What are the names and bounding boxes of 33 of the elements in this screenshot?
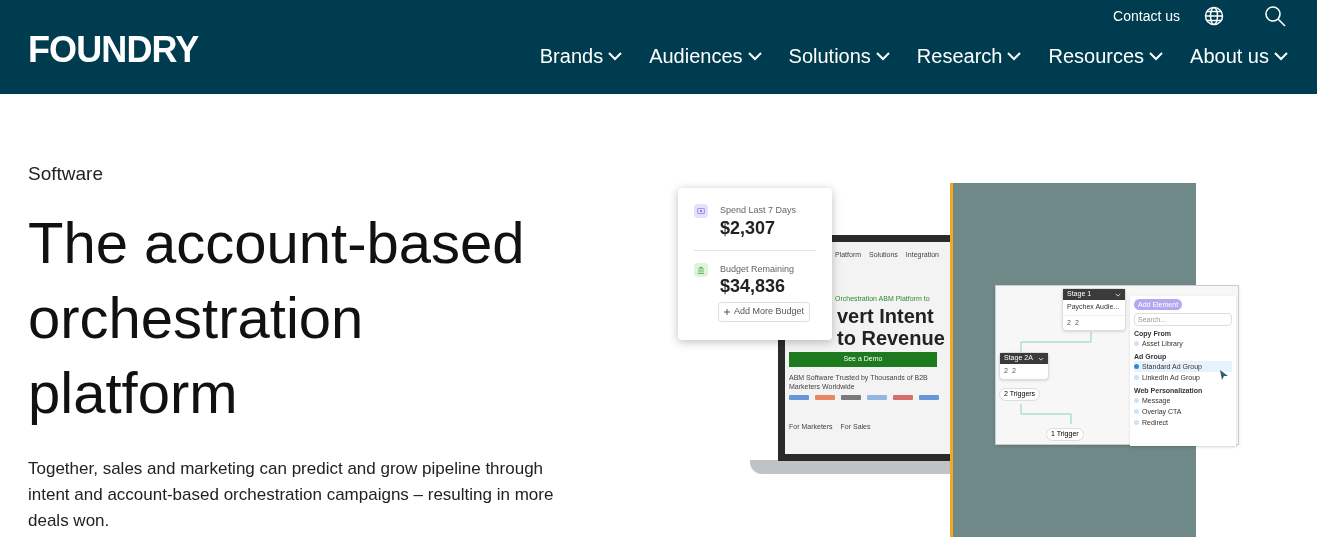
brand-logo-icon xyxy=(867,395,887,400)
add-budget-button[interactable]: Add More Budget xyxy=(718,302,811,322)
stat-label: Budget Remaining xyxy=(720,262,795,276)
nav-menu[interactable]: Brands xyxy=(539,41,624,71)
nav-menu[interactable]: Resources xyxy=(1048,41,1165,71)
cursor-icon xyxy=(1220,370,1228,380)
nav-menu[interactable]: Solutions xyxy=(788,41,891,71)
brand-logo-icon xyxy=(893,395,913,400)
stat-value: $2,307 xyxy=(720,217,777,238)
stat-label: Spend Last 7 Days xyxy=(720,204,797,217)
brand-logo-icon xyxy=(919,395,939,400)
plus-icon xyxy=(724,308,730,315)
globe-icon[interactable] xyxy=(1204,6,1224,26)
nav-menu[interactable]: Audiences xyxy=(649,41,763,71)
search-icon[interactable] xyxy=(1264,5,1286,27)
nav-menu[interactable]: Research xyxy=(916,41,1023,71)
brand-logo-icon xyxy=(815,395,835,400)
category-label: Software xyxy=(28,162,104,186)
brand-logo-icon xyxy=(789,395,809,400)
connector-line xyxy=(1020,403,1072,425)
contact-link[interactable]: Contact us xyxy=(1113,5,1180,27)
stat-value: $34,836 xyxy=(720,276,787,296)
chevron-down-icon xyxy=(1115,291,1121,298)
nav-menu[interactable]: About us xyxy=(1190,41,1289,71)
hero-description: Together, sales and marketing can predict and grow pipeline through intent and account-based orchestration campaigns – resulting in more deals won. xyxy=(28,457,555,532)
brand-logo-icon xyxy=(841,395,861,400)
chevron-down-icon xyxy=(1038,355,1044,362)
hero-title: The account-based orchestration platform xyxy=(28,208,526,427)
site-headline: vert Intent to Revenue xyxy=(837,305,945,349)
bank-icon xyxy=(694,262,708,277)
connector-line xyxy=(1020,331,1092,353)
money-icon xyxy=(694,204,708,218)
logo[interactable]: FOUNDRY xyxy=(28,23,199,77)
